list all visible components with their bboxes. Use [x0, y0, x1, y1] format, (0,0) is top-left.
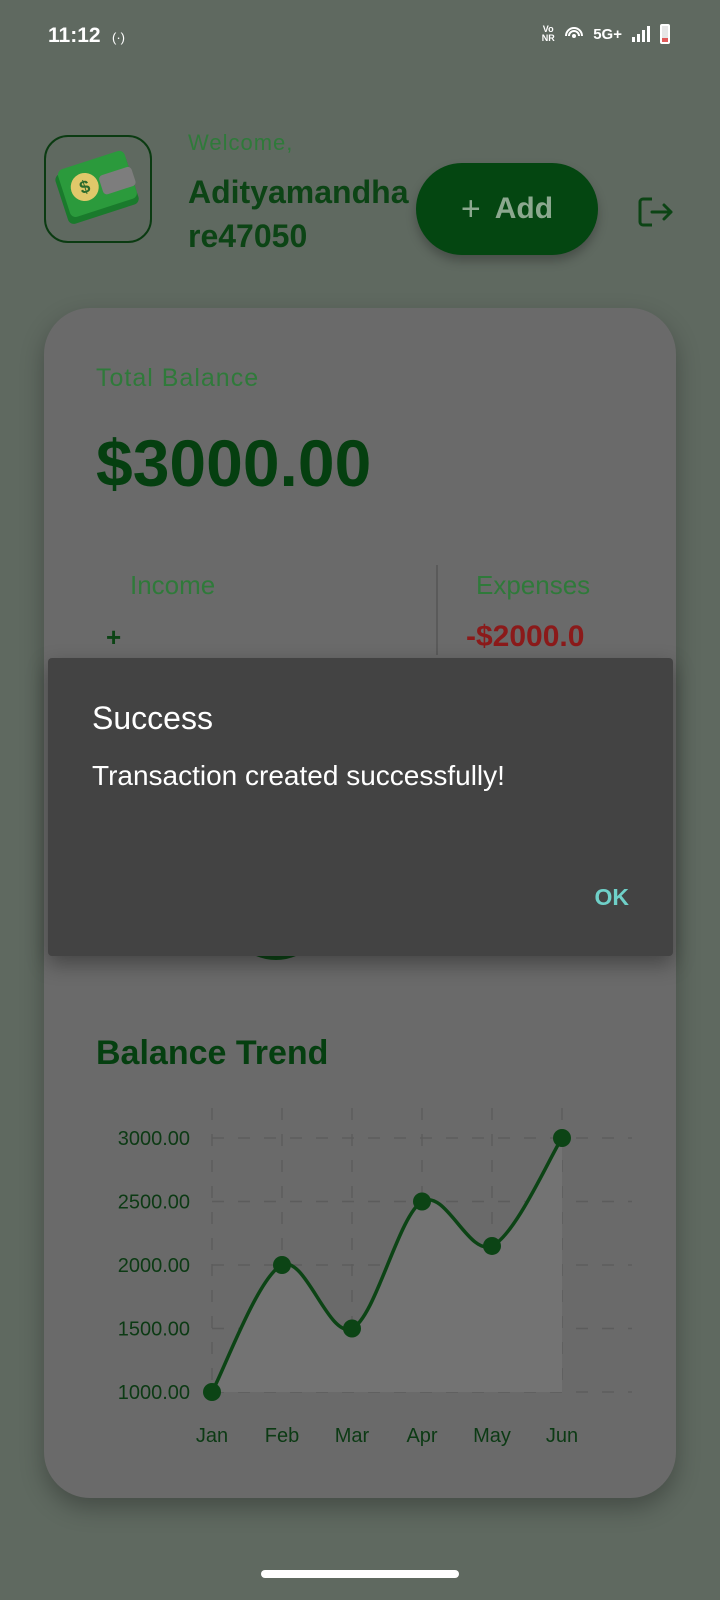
data-point — [483, 1236, 501, 1255]
data-point — [413, 1192, 431, 1211]
add-button-label: Add — [494, 192, 554, 225]
welcome-text: Welcome, — [188, 130, 294, 155]
balance-trend-chart: 3000.00 2500.00 2000.00 1500.00 1000.00 Jan Fe… — [118, 1108, 632, 1447]
income-expense-divider — [436, 565, 438, 655]
x-tick-label: Jun — [546, 1425, 578, 1447]
logout-icon[interactable] — [638, 196, 674, 228]
x-tick-label: Apr — [406, 1425, 437, 1447]
total-balance-label: Total Balance — [96, 364, 260, 392]
balance-trend-title: Balance Trend — [96, 1034, 329, 1072]
income-value: + — [106, 622, 122, 652]
battery-icon — [660, 24, 670, 44]
x-tick-label: Feb — [265, 1425, 299, 1447]
y-tick-label: 2000.00 — [118, 1255, 190, 1277]
plus-icon: + — [460, 189, 481, 228]
dialog-title: Success — [92, 700, 213, 736]
y-tick-label: 1000.00 — [118, 1382, 190, 1404]
x-tick-label: Mar — [335, 1425, 370, 1447]
y-tick-label: 1500.00 — [118, 1319, 190, 1341]
network-type: 5G+ — [593, 25, 622, 43]
expenses-label: Expenses — [476, 570, 591, 600]
status-icons: Vo NR 5G+ — [541, 24, 670, 44]
x-tick-label: May — [473, 1425, 511, 1447]
hotspot-icon: (·) — [112, 30, 125, 45]
data-point — [343, 1319, 361, 1338]
vonr-icon: Vo NR — [541, 24, 555, 43]
total-balance-value: $3000.00 — [96, 426, 372, 500]
data-point — [553, 1129, 571, 1147]
dialog-message: Transaction created successfully! — [92, 760, 505, 791]
success-dialog: Success Transaction created successfully… — [48, 658, 673, 956]
home-indicator[interactable] — [261, 1570, 459, 1578]
signal-icon — [632, 26, 650, 42]
add-transaction-button[interactable]: + Add — [416, 163, 598, 255]
y-tick-label: 2500.00 — [118, 1192, 190, 1214]
status-bar: 11:12 (·) Vo NR 5G+ — [0, 0, 720, 78]
expenses-value: -$2000.0 — [466, 620, 585, 653]
wallet-dollar-icon: $ — [55, 150, 139, 224]
data-point — [203, 1383, 221, 1401]
username: Adityamandhare47050 — [188, 174, 409, 254]
x-tick-label: Jan — [196, 1425, 228, 1447]
data-point — [273, 1256, 291, 1274]
dialog-ok-button[interactable]: OK — [595, 884, 630, 911]
wifi-calling-icon — [565, 27, 584, 38]
y-tick-label: 3000.00 — [118, 1128, 190, 1150]
avatar[interactable]: $ — [44, 135, 152, 243]
status-time: 11:12 — [48, 24, 101, 47]
income-label: Income — [130, 570, 216, 600]
